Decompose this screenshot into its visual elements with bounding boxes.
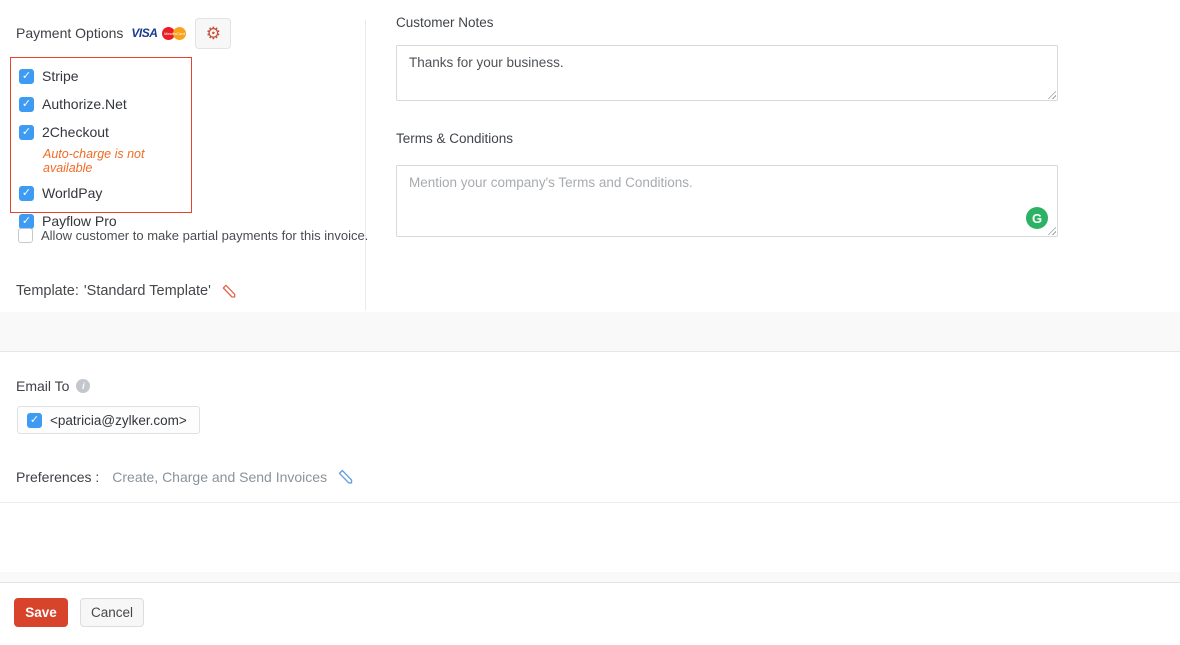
terms-conditions-field-wrap: G (396, 165, 1058, 237)
email-recipient-checkbox[interactable]: ✓ (27, 413, 42, 428)
gateway-label: Payflow Pro (42, 213, 117, 229)
gateway-label: 2Checkout (42, 124, 109, 140)
gateway-label: Authorize.Net (42, 96, 127, 112)
blank-area (0, 503, 1180, 572)
edit-preferences-pencil-icon[interactable] (337, 468, 354, 485)
partial-payments-label: Allow customer to make partial payments … (41, 228, 368, 243)
gateway-row-authorize-net: ✓ Authorize.Net (19, 96, 183, 112)
template-label: Template: (16, 283, 79, 299)
template-row: Template: 'Standard Template' (16, 283, 237, 299)
autocharge-warning-text: Auto-charge is not available (43, 147, 183, 175)
gateway-highlight-box: ✓ Stripe ✓ Authorize.Net ✓ 2Checkout Aut… (10, 57, 192, 213)
template-value: 'Standard Template' (84, 283, 211, 299)
gateway-row-2checkout: ✓ 2Checkout (19, 124, 183, 140)
stripe-checkbox[interactable]: ✓ (19, 69, 34, 84)
gateway-row-worldpay: ✓ WorldPay (19, 185, 183, 201)
payment-gateway-settings-button[interactable]: ⚙ (195, 18, 231, 49)
email-recipient-address: <patricia@zylker.com> (50, 413, 187, 428)
save-button[interactable]: Save (14, 598, 68, 627)
gateway-row-stripe: ✓ Stripe (19, 68, 183, 84)
preferences-row: Preferences : Create, Charge and Send In… (16, 468, 354, 485)
preferences-value: Create, Charge and Send Invoices (112, 469, 327, 485)
mastercard-logo-label: MasterCard (162, 31, 186, 36)
customer-notes-label: Customer Notes (396, 15, 494, 30)
authorize-net-checkbox[interactable]: ✓ (19, 97, 34, 112)
payment-options-header: Payment Options VISA MasterCard ⚙ (16, 18, 231, 48)
gateway-row-payflow-pro: ✓ Payflow Pro (19, 213, 183, 229)
payment-options-title: Payment Options (16, 25, 123, 41)
email-to-row: Email To i (16, 378, 90, 394)
email-recipient-box: ✓ <patricia@zylker.com> (17, 406, 200, 434)
action-bar-divider-band (0, 572, 1180, 583)
gateway-label: Stripe (42, 68, 79, 84)
email-preferences-section: Email To i ✓ <patricia@zylker.com> Prefe… (0, 352, 1180, 503)
worldpay-checkbox[interactable]: ✓ (19, 186, 34, 201)
invoice-settings-page: Payment Options VISA MasterCard ⚙ ✓ Stri… (0, 0, 1180, 645)
edit-template-pencil-icon[interactable] (221, 283, 237, 299)
payflow-pro-checkbox[interactable]: ✓ (19, 214, 34, 229)
notes-terms-column: Customer Notes Thanks for your business.… (396, 0, 1058, 313)
action-bar: Save Cancel (0, 583, 1180, 644)
email-to-label: Email To (16, 378, 69, 394)
terms-conditions-textarea[interactable] (396, 165, 1058, 237)
customer-notes-field-wrap: Thanks for your business. (396, 45, 1058, 101)
gear-icon: ⚙ (206, 25, 221, 42)
2checkout-checkbox[interactable]: ✓ (19, 125, 34, 140)
partial-payments-checkbox[interactable] (18, 228, 33, 243)
invoice-options-section: Payment Options VISA MasterCard ⚙ ✓ Stri… (0, 0, 1180, 352)
mastercard-logo-icon: MasterCard (162, 26, 186, 41)
preferences-label: Preferences : (16, 469, 99, 485)
cancel-button[interactable]: Cancel (80, 598, 144, 627)
grammarly-icon[interactable]: G (1026, 207, 1048, 229)
customer-notes-textarea[interactable]: Thanks for your business. (396, 45, 1058, 101)
column-divider (365, 20, 366, 310)
terms-conditions-label: Terms & Conditions (396, 131, 513, 146)
partial-payments-row: Allow customer to make partial payments … (18, 228, 368, 243)
gateway-label: WorldPay (42, 185, 102, 201)
section-footer-band (0, 312, 1180, 351)
visa-logo-icon: VISA (131, 26, 157, 40)
info-icon[interactable]: i (76, 379, 90, 393)
